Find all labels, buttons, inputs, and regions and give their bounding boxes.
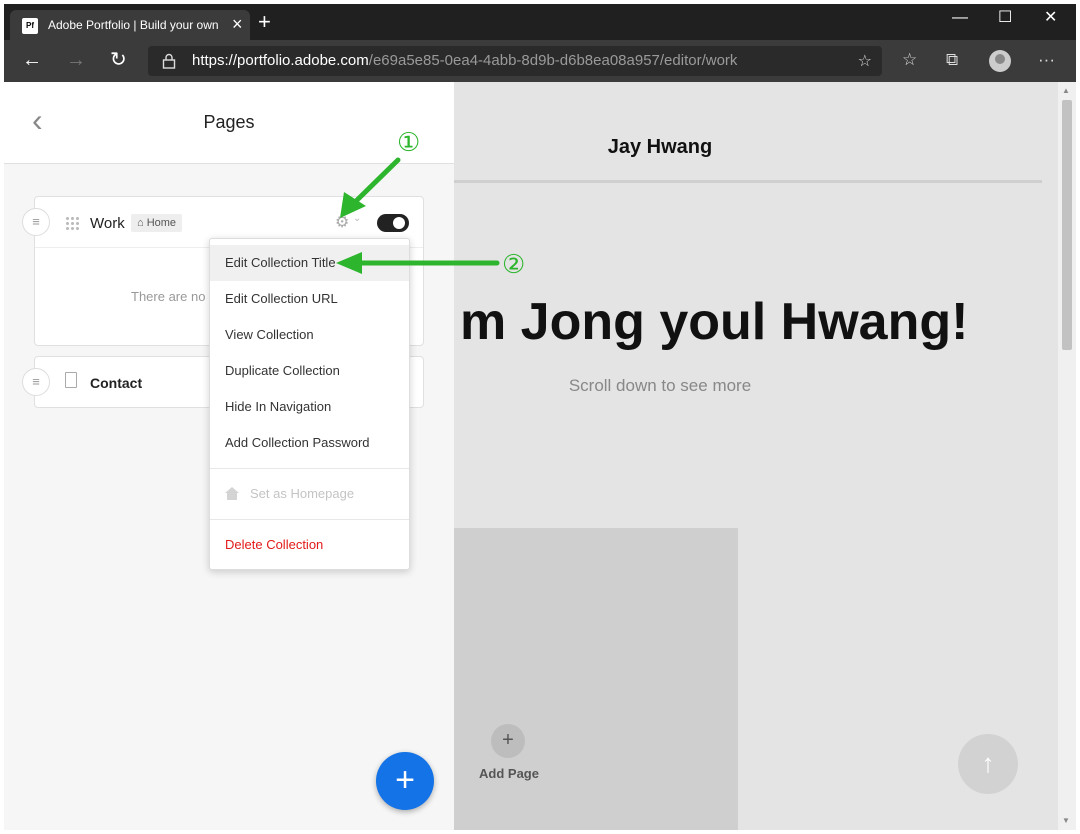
empty-collection-text: There are no p: [131, 289, 211, 304]
browser-window: Pf Adobe Portfolio | Build your own × + …: [4, 4, 1076, 830]
more-menu-icon[interactable]: ···: [1038, 50, 1055, 70]
close-tab-icon[interactable]: ×: [232, 14, 243, 34]
site-header-rule: [454, 180, 1042, 183]
browser-tab[interactable]: Pf Adobe Portfolio | Build your own ×: [10, 10, 250, 40]
page-content: ‹ Pages Work ⌂ Home ⚙ ⌄ There are no p ≡…: [4, 82, 1076, 830]
page-label-work[interactable]: Work: [90, 215, 125, 232]
menu-item-edit-url[interactable]: Edit Collection URL: [210, 281, 409, 317]
pages-panel: ‹ Pages Work ⌂ Home ⚙ ⌄ There are no p ≡…: [4, 82, 454, 830]
favorite-star-icon[interactable]: ☆: [858, 51, 872, 71]
gear-icon[interactable]: ⚙: [335, 212, 349, 232]
chevron-down-icon[interactable]: ⌄: [353, 213, 361, 224]
menu-item-add-password[interactable]: Add Collection Password: [210, 425, 409, 461]
window-close-icon[interactable]: ✕: [1044, 8, 1057, 28]
favorites-list-icon[interactable]: ☆: [902, 50, 917, 70]
page-visibility-toggle[interactable]: [377, 214, 409, 232]
tab-title: Adobe Portfolio | Build your own: [48, 18, 219, 32]
panel-header: ‹ Pages: [4, 82, 454, 164]
scroll-top-arrow-icon[interactable]: ↑: [958, 734, 1018, 794]
browser-toolbar: ← → ↻ https://portfolio.adobe.com/e69a5e…: [4, 40, 1076, 82]
drag-handle-icon[interactable]: ≡: [22, 368, 50, 396]
scroll-down-icon[interactable]: ▼: [1062, 816, 1070, 825]
collections-icon[interactable]: ⧉: [946, 50, 958, 70]
menu-item-view[interactable]: View Collection: [210, 317, 409, 353]
scroll-up-icon[interactable]: ▲: [1062, 86, 1070, 95]
collection-options-menu: Edit Collection Title Edit Collection UR…: [209, 238, 410, 570]
back-arrow-icon[interactable]: ←: [22, 49, 42, 71]
portfolio-favicon-icon: Pf: [22, 18, 38, 34]
hero-heading[interactable]: m Jong youl Hwang!: [460, 292, 968, 352]
home-badge-label: Home: [146, 217, 177, 229]
page-scrollbar[interactable]: ▲ ▼: [1058, 82, 1076, 830]
menu-divider: [210, 519, 409, 520]
menu-item-edit-title[interactable]: Edit Collection Title: [210, 245, 409, 281]
page-label-contact[interactable]: Contact: [90, 375, 142, 391]
menu-divider: [210, 468, 409, 469]
forward-arrow-icon[interactable]: →: [66, 49, 86, 71]
lock-icon: [162, 53, 176, 69]
drag-handle-icon[interactable]: ≡: [22, 208, 50, 236]
grid-icon: [65, 216, 79, 230]
menu-item-hide-nav[interactable]: Hide In Navigation: [210, 389, 409, 425]
site-title[interactable]: Jay Hwang: [454, 136, 866, 159]
menu-item-delete[interactable]: Delete Collection: [210, 527, 409, 563]
panel-title: Pages: [203, 112, 255, 132]
menu-item-set-homepage: Set as Homepage: [210, 476, 409, 512]
hero-subtext: Scroll down to see more: [568, 376, 752, 395]
site-preview: Jay Hwang m Jong youl Hwang! Scroll down…: [454, 82, 1058, 830]
scroll-thumb[interactable]: [1062, 100, 1072, 350]
url-path: /e69a5e85-0ea4-4abb-8d9b-d6b8ea08a957/ed…: [368, 52, 738, 69]
minimize-icon[interactable]: —: [952, 8, 968, 28]
house-icon: [225, 487, 239, 500]
url-text: https://portfolio.adobe.com/e69a5e85-0ea…: [192, 52, 737, 69]
tab-strip: Pf Adobe Portfolio | Build your own × + …: [4, 4, 1076, 40]
menu-item-duplicate[interactable]: Duplicate Collection: [210, 353, 409, 389]
address-bar[interactable]: https://portfolio.adobe.com/e69a5e85-0ea…: [148, 46, 882, 76]
annotation-step-2: ②: [502, 249, 526, 279]
add-page-plus-icon[interactable]: +: [491, 724, 525, 758]
home-badge: ⌂ Home: [131, 214, 183, 232]
set-homepage-label: Set as Homepage: [250, 486, 355, 501]
add-page-fab[interactable]: +: [376, 752, 434, 810]
new-tab-icon[interactable]: +: [258, 11, 271, 33]
page-icon: [65, 372, 77, 388]
annotation-step-1: ①: [397, 127, 421, 157]
maximize-icon[interactable]: ☐: [998, 8, 1012, 28]
add-page-label[interactable]: Add Page: [469, 766, 549, 781]
refresh-icon[interactable]: ↻: [110, 49, 127, 71]
profile-icon[interactable]: [989, 50, 1011, 72]
project-placeholder: [454, 528, 738, 830]
url-host: https://portfolio.adobe.com: [192, 52, 369, 69]
